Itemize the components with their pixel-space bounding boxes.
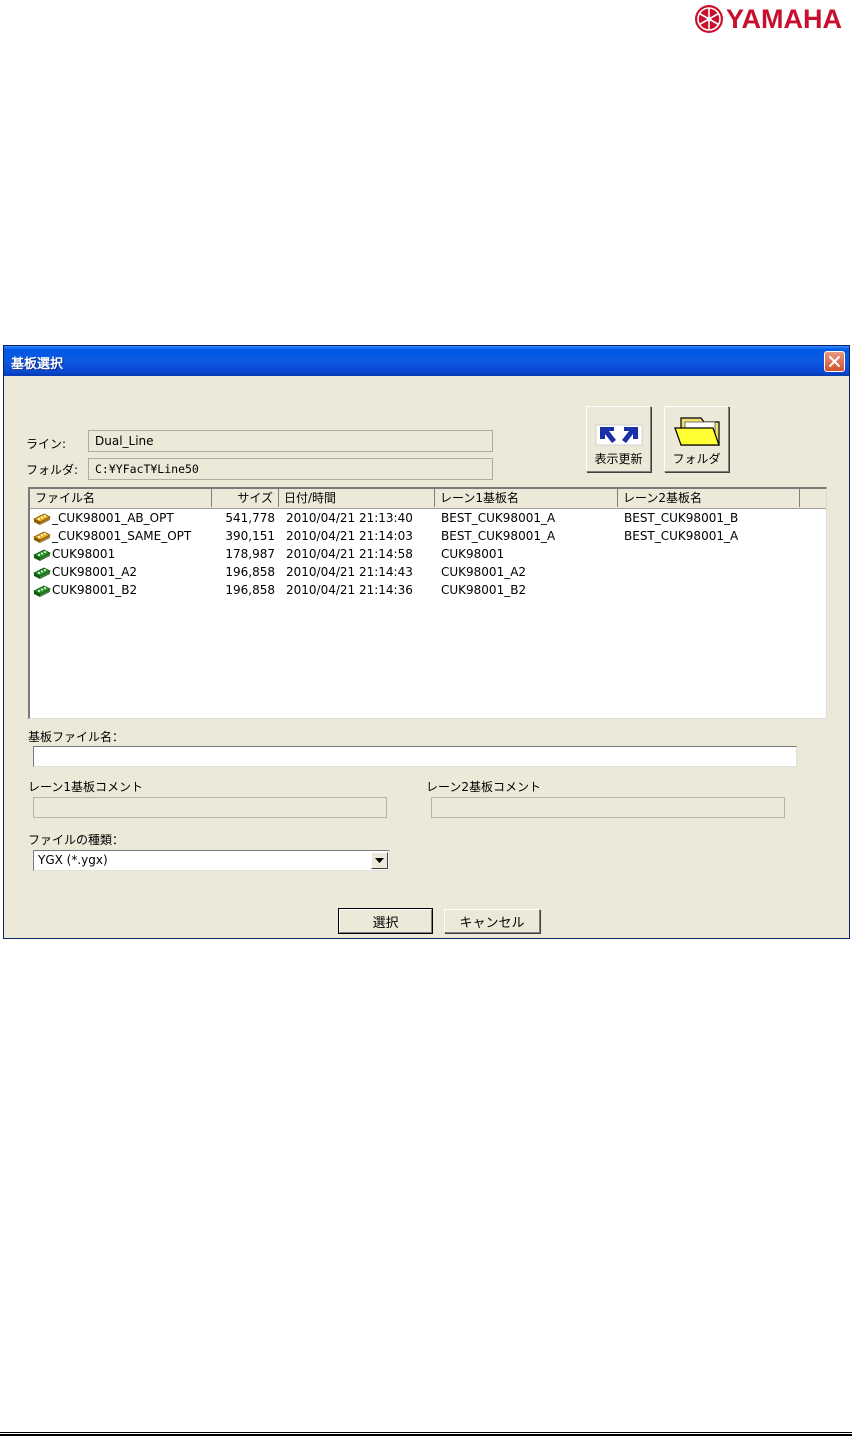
title-bar[interactable]: 基板選択: [4, 346, 849, 376]
lane2-board-cell: [624, 545, 802, 563]
table-row[interactable]: _CUK98001_AB_OPT 541,778 2010/04/21 21:13:…: [30, 509, 826, 527]
column-header-lane2-board[interactable]: レーン2基板名: [618, 489, 800, 507]
file-type-value: YGX (*.ygx): [38, 853, 108, 867]
optimized-board-icon: [33, 531, 51, 543]
line-value: Dual_Line: [95, 434, 154, 448]
table-row[interactable]: CUK98001 178,987 2010/04/21 21:14:58 CUK980…: [30, 545, 826, 563]
board-icon: [33, 567, 51, 579]
file-name-cell: CUK98001_A2: [52, 565, 138, 579]
folder-field: C:¥YFacT¥Line50: [88, 458, 493, 480]
folder-value: C:¥YFacT¥Line50: [95, 462, 199, 476]
file-list[interactable]: ファイル名 サイズ 日付/時間 レーン1基板名 レーン2基板名 _CUK9800…: [28, 487, 827, 719]
file-name-cell: CUK98001: [52, 547, 116, 561]
chevron-down-icon: [375, 857, 384, 863]
folder-button-label: フォルダ: [672, 452, 721, 466]
refresh-display-label: 表示更新: [594, 452, 643, 466]
yamaha-logo: YAMAHA: [694, 4, 842, 34]
date-cell: 2010/04/21 21:14:36: [286, 583, 413, 597]
table-row[interactable]: _CUK98001_SAME_OPT 390,151 2010/04/21 21:1…: [30, 527, 826, 545]
date-cell: 2010/04/21 21:14:58: [286, 547, 413, 561]
table-row[interactable]: CUK98001_B2 196,858 2010/04/21 21:14:36 CUK…: [30, 581, 826, 599]
board-icon: [33, 549, 51, 561]
file-type-dropdown-button[interactable]: [371, 852, 388, 869]
date-cell: 2010/04/21 21:14:43: [286, 565, 413, 579]
folder-label: フォルダ:: [26, 463, 79, 477]
date-cell: 2010/04/21 21:13:40: [286, 511, 413, 525]
board-file-name-input[interactable]: [33, 746, 797, 767]
lane1-board-cell: BEST_CUK98001_A: [441, 529, 556, 543]
column-header-date[interactable]: 日付/時間: [279, 489, 435, 507]
cancel-button[interactable]: キャンセル: [444, 909, 540, 933]
lane1-board-cell: CUK98001: [441, 547, 505, 561]
page-bottom-rule: [0, 1432, 852, 1436]
optimized-board-icon: [33, 513, 51, 525]
lane1-board-cell: CUK98001_B2: [441, 583, 527, 597]
lane2-board-cell: BEST_CUK98001_B: [624, 511, 739, 525]
board-select-dialog: 基板選択 ライン: Dual_Line フォルダ: C:¥YFacT¥Line5…: [3, 345, 850, 939]
brand-name: YAMAHA: [726, 3, 843, 34]
size-cell: 196,858: [225, 583, 275, 597]
lane2-board-cell: [624, 563, 802, 581]
file-type-select[interactable]: YGX (*.ygx): [33, 850, 390, 871]
file-type-label: ファイルの種類：: [28, 833, 125, 847]
folder-button[interactable]: フォルダ: [664, 406, 729, 472]
file-name-cell: _CUK98001_AB_OPT: [52, 511, 174, 525]
list-header: ファイル名 サイズ 日付/時間 レーン1基板名 レーン2基板名: [30, 489, 826, 509]
board-icon: [33, 585, 51, 597]
close-button[interactable]: [824, 351, 845, 372]
lane2-board-cell: BEST_CUK98001_A: [624, 529, 739, 543]
column-header-filler: [800, 489, 826, 507]
folder-icon: [673, 417, 720, 446]
board-file-name-label: 基板ファイル名：: [28, 730, 125, 744]
date-cell: 2010/04/21 21:14:03: [286, 529, 413, 543]
close-icon: [829, 356, 840, 367]
column-header-file-name[interactable]: ファイル名: [30, 489, 212, 507]
select-button[interactable]: 選択: [338, 908, 433, 934]
line-field: Dual_Line: [88, 430, 493, 452]
lane1-comment-field: [33, 797, 387, 818]
refresh-arrows-icon: [595, 424, 642, 446]
lane2-board-cell: [624, 581, 802, 599]
lane1-comment-label: レーン1基板コメント: [28, 780, 144, 794]
column-header-size[interactable]: サイズ: [212, 489, 279, 507]
line-label: ライン:: [26, 437, 67, 451]
lane1-board-cell: BEST_CUK98001_A: [441, 511, 556, 525]
tuning-fork-emblem-icon: [695, 5, 723, 33]
refresh-display-button[interactable]: 表示更新: [586, 406, 651, 472]
column-header-lane1-board[interactable]: レーン1基板名: [435, 489, 618, 507]
file-name-cell: CUK98001_B2: [52, 583, 138, 597]
table-row[interactable]: CUK98001_A2 196,858 2010/04/21 21:14:43 CUK…: [30, 563, 826, 581]
size-cell: 541,778: [225, 511, 275, 525]
lane2-comment-label: レーン2基板コメント: [426, 780, 542, 794]
size-cell: 390,151: [225, 529, 275, 543]
lane2-comment-field: [431, 797, 785, 818]
lane1-board-cell: CUK98001_A2: [441, 565, 527, 579]
size-cell: 178,987: [225, 547, 275, 561]
size-cell: 196,858: [225, 565, 275, 579]
file-name-cell: _CUK98001_SAME_OPT: [52, 529, 192, 543]
dialog-title: 基板選択: [11, 357, 64, 372]
